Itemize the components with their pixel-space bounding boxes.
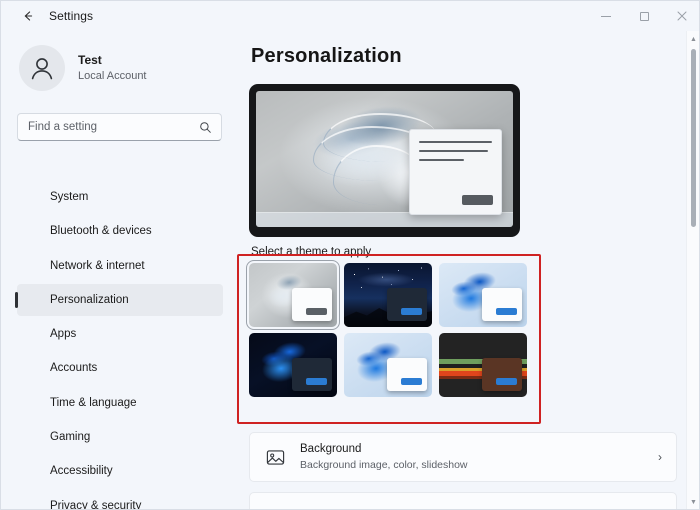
picture-icon xyxy=(264,446,286,468)
sidebar-item-personalization[interactable]: Personalization xyxy=(15,283,223,316)
sidebar-item-label: System xyxy=(50,191,89,203)
sidebar-item-gaming[interactable]: Gaming xyxy=(17,421,223,453)
page-title: Personalization xyxy=(251,45,402,67)
theme-mock-button xyxy=(401,308,422,315)
theme-mock-button xyxy=(496,308,517,315)
sidebar-item-label: Accounts xyxy=(50,362,98,375)
sidebar-item-bluetooth-devices[interactable]: Bluetooth & devices xyxy=(17,215,223,247)
account-name: Test xyxy=(78,52,102,67)
theme-tile-windows-light[interactable] xyxy=(246,260,340,330)
window-title: Settings xyxy=(49,9,94,23)
sidebar-item-time-language[interactable]: Time & language xyxy=(17,387,223,419)
account-block[interactable]: Test Local Account xyxy=(19,45,237,91)
sidebar-item-system[interactable]: System xyxy=(17,181,223,213)
theme-tile-night-sky-dark[interactable] xyxy=(344,263,432,327)
sidebar-item-label: Bluetooth & devices xyxy=(50,225,152,238)
chevron-right-icon[interactable]: › xyxy=(658,450,662,464)
preview-screen xyxy=(256,91,513,227)
setting-row-colors[interactable]: Colors › xyxy=(249,492,677,509)
close-icon xyxy=(677,11,687,21)
sidebar-item-label: Time & language xyxy=(50,396,137,409)
row-title: Background xyxy=(300,443,362,455)
theme-mock-window xyxy=(482,288,522,321)
sidebar-item-label: Privacy & security xyxy=(50,499,142,510)
theme-tile-bloom-blue-light[interactable] xyxy=(439,263,527,327)
sidebar-item-label: Gaming xyxy=(50,431,91,444)
theme-preview-monitor xyxy=(249,84,520,237)
back-arrow-icon xyxy=(24,11,33,21)
row-subtitle: Background image, color, slideshow xyxy=(300,459,468,471)
settings-window: Settings Test Local Account Find a setti… xyxy=(0,0,700,510)
search-placeholder: Find a setting xyxy=(28,121,98,133)
sidebar-item-label: Apps xyxy=(50,328,77,341)
bloom-fold-3 xyxy=(333,145,421,206)
theme-mock-button xyxy=(401,378,422,385)
person-icon xyxy=(31,58,53,80)
minimize-button[interactable] xyxy=(587,1,625,31)
back-button[interactable] xyxy=(13,5,43,27)
sidebar-item-label: Personalization xyxy=(50,293,129,306)
sidebar-nav: System Bluetooth & devices Network & int… xyxy=(1,181,237,510)
row-text-block: Background Background image, color, slid… xyxy=(300,442,658,472)
scrollbar-thumb[interactable] xyxy=(691,49,696,227)
caption-buttons xyxy=(587,1,699,31)
avatar xyxy=(19,45,65,91)
mock-text-line xyxy=(419,150,488,152)
theme-mock-button xyxy=(496,378,517,385)
theme-tile-bloom-blue-dark[interactable] xyxy=(249,333,337,397)
maximize-icon xyxy=(639,11,649,21)
vertical-scrollbar[interactable]: ▲ ▼ xyxy=(686,31,699,509)
theme-tile-bloom-blue-light-alt[interactable] xyxy=(344,333,432,397)
theme-mock-window xyxy=(292,358,332,391)
sidebar-item-network-internet[interactable]: Network & internet xyxy=(17,250,223,282)
theme-mock-window xyxy=(387,288,427,321)
palette-icon xyxy=(264,506,286,509)
sidebar-item-accounts[interactable]: Accounts xyxy=(17,352,223,384)
sidebar-item-label: Accessibility xyxy=(50,465,113,478)
sidebar: Test Local Account Find a setting System… xyxy=(1,31,237,510)
theme-mock-button xyxy=(306,308,327,315)
titlebar: Settings xyxy=(1,1,699,31)
theme-mock-window xyxy=(292,288,332,321)
theme-mock-button xyxy=(306,378,327,385)
sidebar-item-apps[interactable]: Apps xyxy=(17,318,223,350)
close-button[interactable] xyxy=(663,1,699,31)
search-icon[interactable] xyxy=(199,121,212,134)
main-content: Personalization Select a theme to apply xyxy=(237,31,699,509)
setting-row-background[interactable]: Background Background image, color, slid… xyxy=(249,432,677,482)
account-text: Test Local Account xyxy=(78,53,147,84)
sidebar-item-label: Network & internet xyxy=(50,259,145,272)
search-input[interactable]: Find a setting xyxy=(17,113,222,141)
minimize-icon xyxy=(601,15,611,17)
maximize-button[interactable] xyxy=(625,1,663,31)
theme-grid xyxy=(246,260,529,397)
theme-tile-high-contrast-dark[interactable] xyxy=(439,333,527,397)
theme-mock-window xyxy=(482,358,522,391)
sidebar-item-accessibility[interactable]: Accessibility xyxy=(17,455,223,487)
mock-text-line xyxy=(419,159,465,161)
preview-mock-window xyxy=(409,129,502,215)
scroll-down-arrow-icon[interactable]: ▼ xyxy=(687,496,699,509)
mock-button xyxy=(462,195,493,205)
sidebar-item-privacy-security[interactable]: Privacy & security xyxy=(17,490,223,510)
theme-mock-window xyxy=(387,358,427,391)
mock-text-line xyxy=(419,141,492,143)
account-type: Local Account xyxy=(78,69,147,82)
scroll-up-arrow-icon[interactable]: ▲ xyxy=(687,33,699,46)
